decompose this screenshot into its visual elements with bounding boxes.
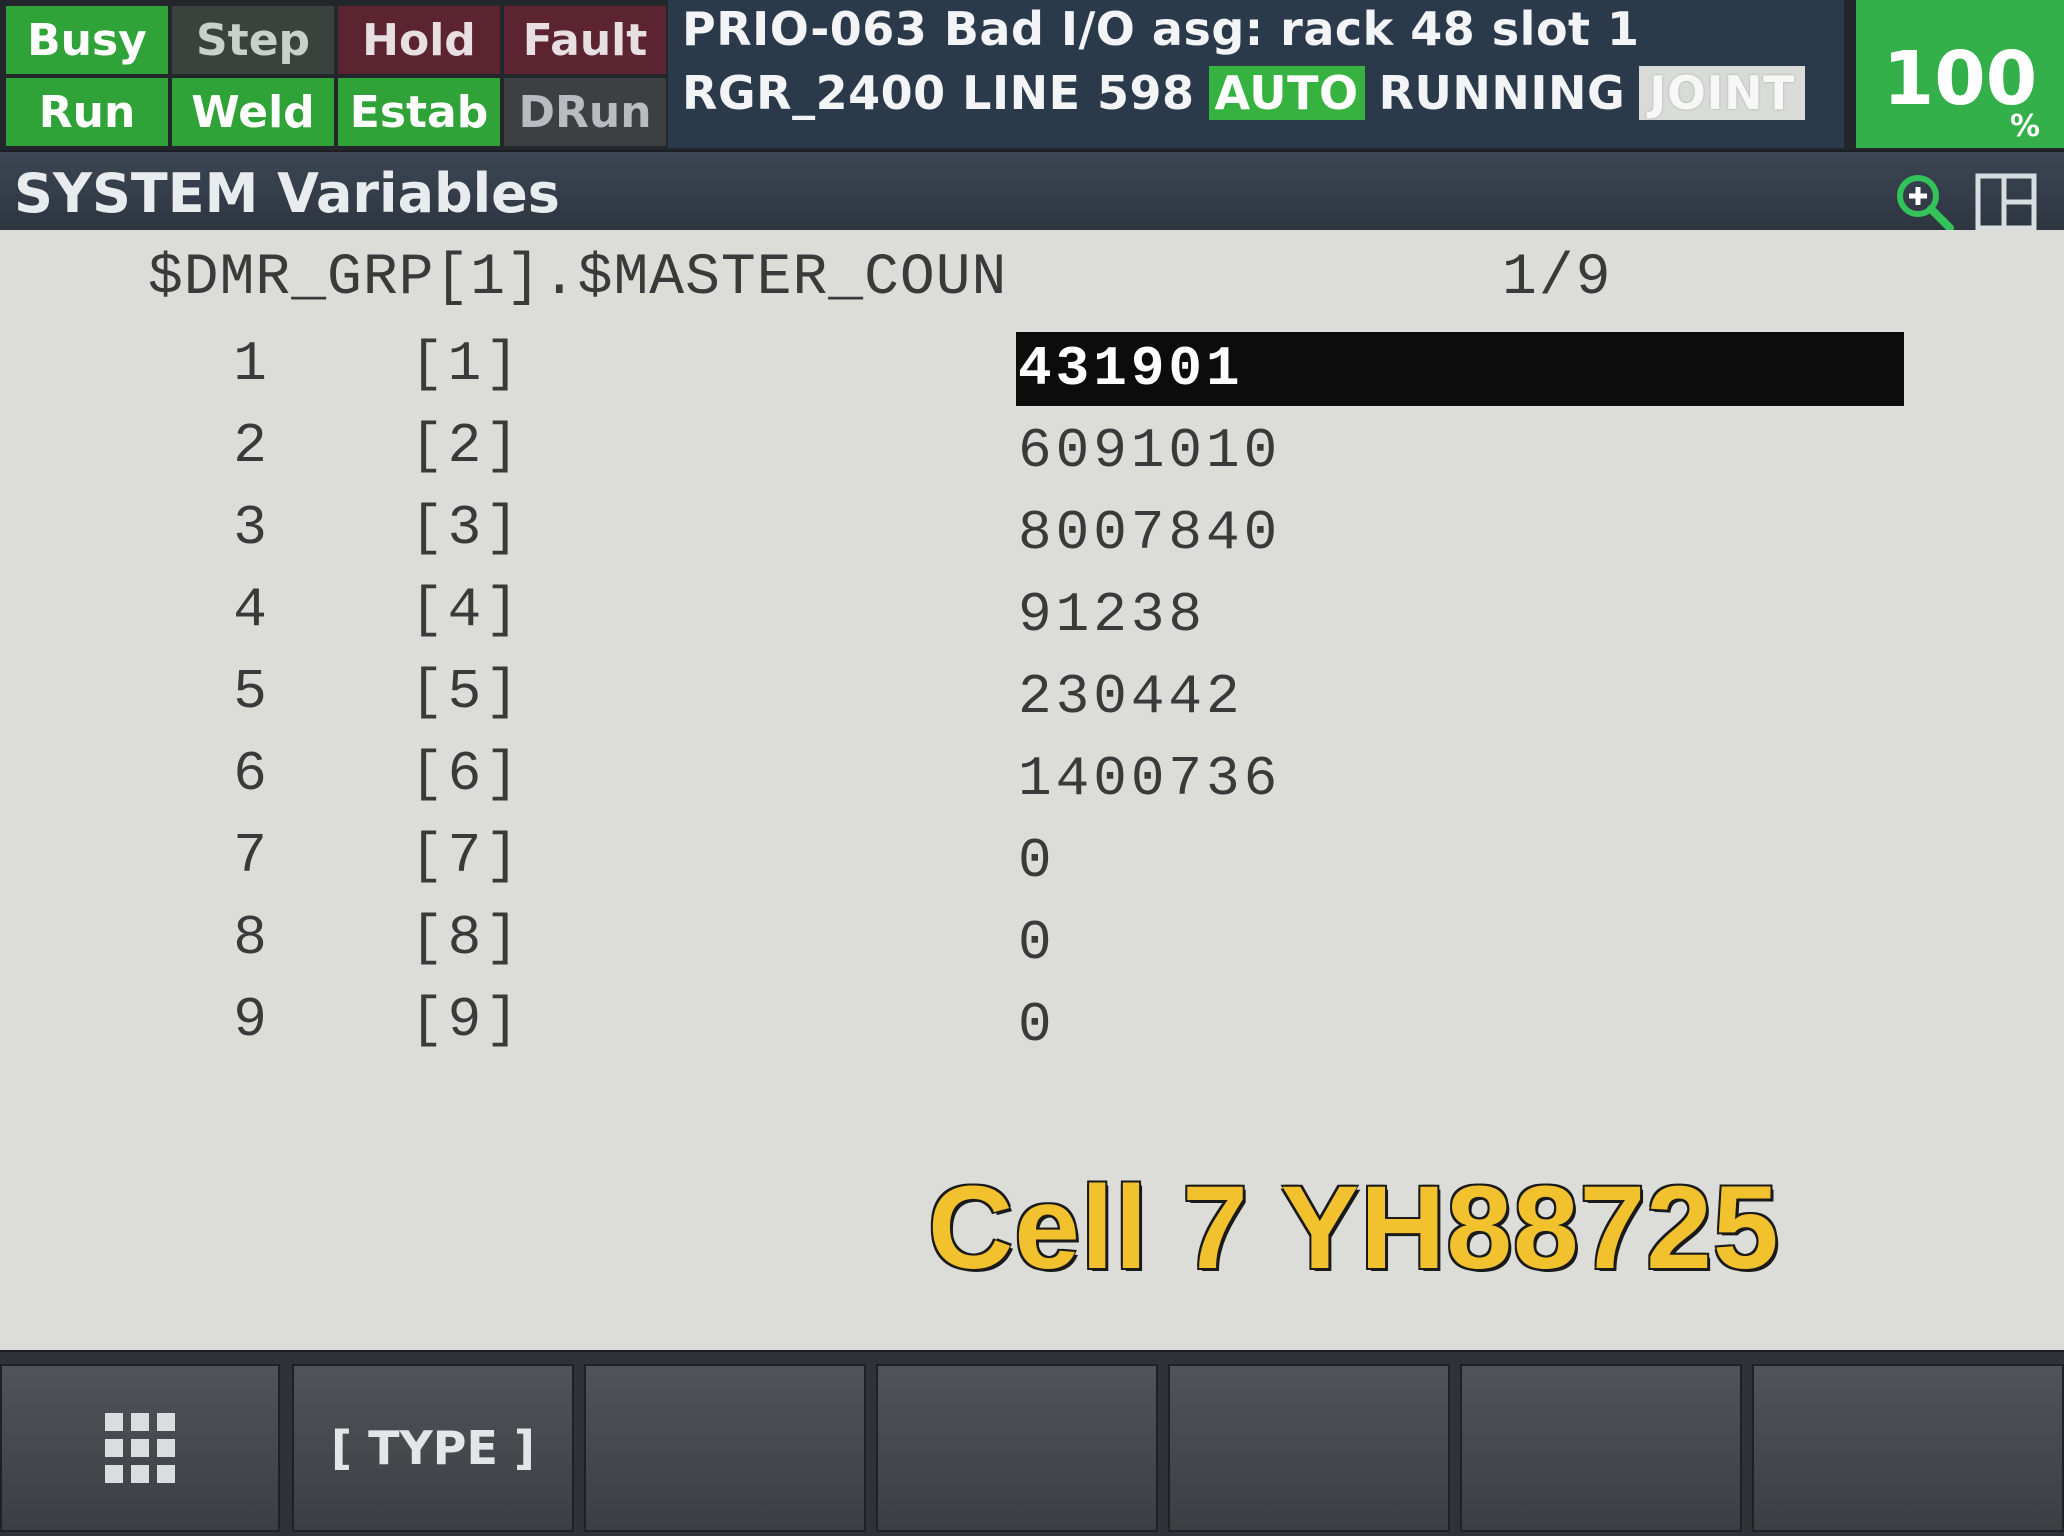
row-index: [6] <box>410 742 523 806</box>
page-title: SYSTEM Variables <box>14 162 560 225</box>
alarm-display: PRIO-063 Bad I/O asg: rack 48 slot 1 RGR… <box>668 0 1844 148</box>
row-number: 1 <box>233 332 267 396</box>
row-number: 9 <box>233 988 267 1052</box>
row-index: [3] <box>410 496 523 560</box>
row-value[interactable]: 0 <box>1016 988 1056 1062</box>
f3-key[interactable] <box>876 1364 1158 1532</box>
f2-key[interactable] <box>584 1364 866 1532</box>
run-indicator: Run <box>6 78 168 146</box>
row-value[interactable]: 6091010 <box>1016 414 1281 488</box>
row-index: [1] <box>410 332 523 396</box>
page-indicator: 1/9 <box>1502 246 1613 311</box>
variable-row[interactable]: 3 [3] 8007840 <box>0 496 2064 578</box>
menu-key[interactable] <box>0 1364 280 1532</box>
grid-menu-icon <box>105 1413 175 1483</box>
next-key[interactable] <box>1752 1364 2064 1532</box>
alarm-message: PRIO-063 Bad I/O asg: rack 48 slot 1 <box>682 2 1640 56</box>
row-value[interactable]: 0 <box>1016 906 1056 980</box>
program-status-line: RGR_2400 LINE 598 AUTO RUNNING JOINT <box>682 66 1805 120</box>
run-state: RUNNING <box>1378 66 1626 120</box>
title-bar: SYSTEM Variables <box>0 152 2064 230</box>
variable-row[interactable]: 5 [5] 230442 <box>0 660 2064 742</box>
mode-badge: AUTO <box>1208 66 1365 120</box>
step-indicator: Step <box>172 6 334 74</box>
type-key[interactable]: [ TYPE ] <box>292 1364 574 1532</box>
busy-indicator: Busy <box>6 6 168 74</box>
row-number: 3 <box>233 496 267 560</box>
f5-key[interactable] <box>1460 1364 1742 1532</box>
weld-indicator: Weld <box>172 78 334 146</box>
zoom-in-icon[interactable] <box>1892 170 1956 234</box>
row-number: 6 <box>233 742 267 806</box>
row-number: 7 <box>233 824 267 888</box>
row-value[interactable]: 8007840 <box>1016 496 1281 570</box>
row-number: 2 <box>233 414 267 478</box>
row-index: [4] <box>410 578 523 642</box>
program-line: RGR_2400 LINE 598 <box>682 66 1195 120</box>
row-number: 8 <box>233 906 267 970</box>
row-number: 5 <box>233 660 267 724</box>
row-index: [8] <box>410 906 523 970</box>
f4-key[interactable] <box>1168 1364 1450 1532</box>
row-index: [2] <box>410 414 523 478</box>
estab-indicator: Estab <box>338 78 500 146</box>
status-bar: Busy Step Hold Fault Run Weld Estab DRun… <box>0 0 2064 150</box>
row-value[interactable]: 91238 <box>1016 578 1206 652</box>
screen-layout-icon[interactable] <box>1974 170 2038 234</box>
variable-row[interactable]: 4 [4] 91238 <box>0 578 2064 660</box>
override-unit: % <box>2009 109 2040 144</box>
variable-name: $DMR_GRP[1].$MASTER_COUN <box>148 246 1008 311</box>
variable-row[interactable]: 2 [2] 6091010 <box>0 414 2064 496</box>
drun-indicator: DRun <box>504 78 666 146</box>
row-index: [5] <box>410 660 523 724</box>
row-value[interactable]: 230442 <box>1016 660 1244 734</box>
fault-indicator: Fault <box>504 6 666 74</box>
hold-indicator: Hold <box>338 6 500 74</box>
row-value[interactable]: 1400736 <box>1016 742 1281 816</box>
row-value[interactable]: 431901 <box>1016 332 1904 406</box>
variable-row[interactable]: 8 [8] 0 <box>0 906 2064 988</box>
variable-row[interactable]: 6 [6] 1400736 <box>0 742 2064 824</box>
variable-row[interactable]: 9 [9] 0 <box>0 988 2064 1070</box>
row-number: 4 <box>233 578 267 642</box>
variable-row[interactable]: 7 [7] 0 <box>0 824 2064 906</box>
row-index: [9] <box>410 988 523 1052</box>
cell-label-overlay: Cell 7 YH88725 <box>928 1162 1780 1294</box>
row-index: [7] <box>410 824 523 888</box>
function-key-bar: [ TYPE ] <box>0 1352 2064 1536</box>
row-value[interactable]: 0 <box>1016 824 1056 898</box>
speed-override: 100 % <box>1856 0 2064 148</box>
coord-badge: JOINT <box>1639 66 1805 120</box>
variable-row[interactable]: 1 [1] 431901 <box>0 332 2064 414</box>
